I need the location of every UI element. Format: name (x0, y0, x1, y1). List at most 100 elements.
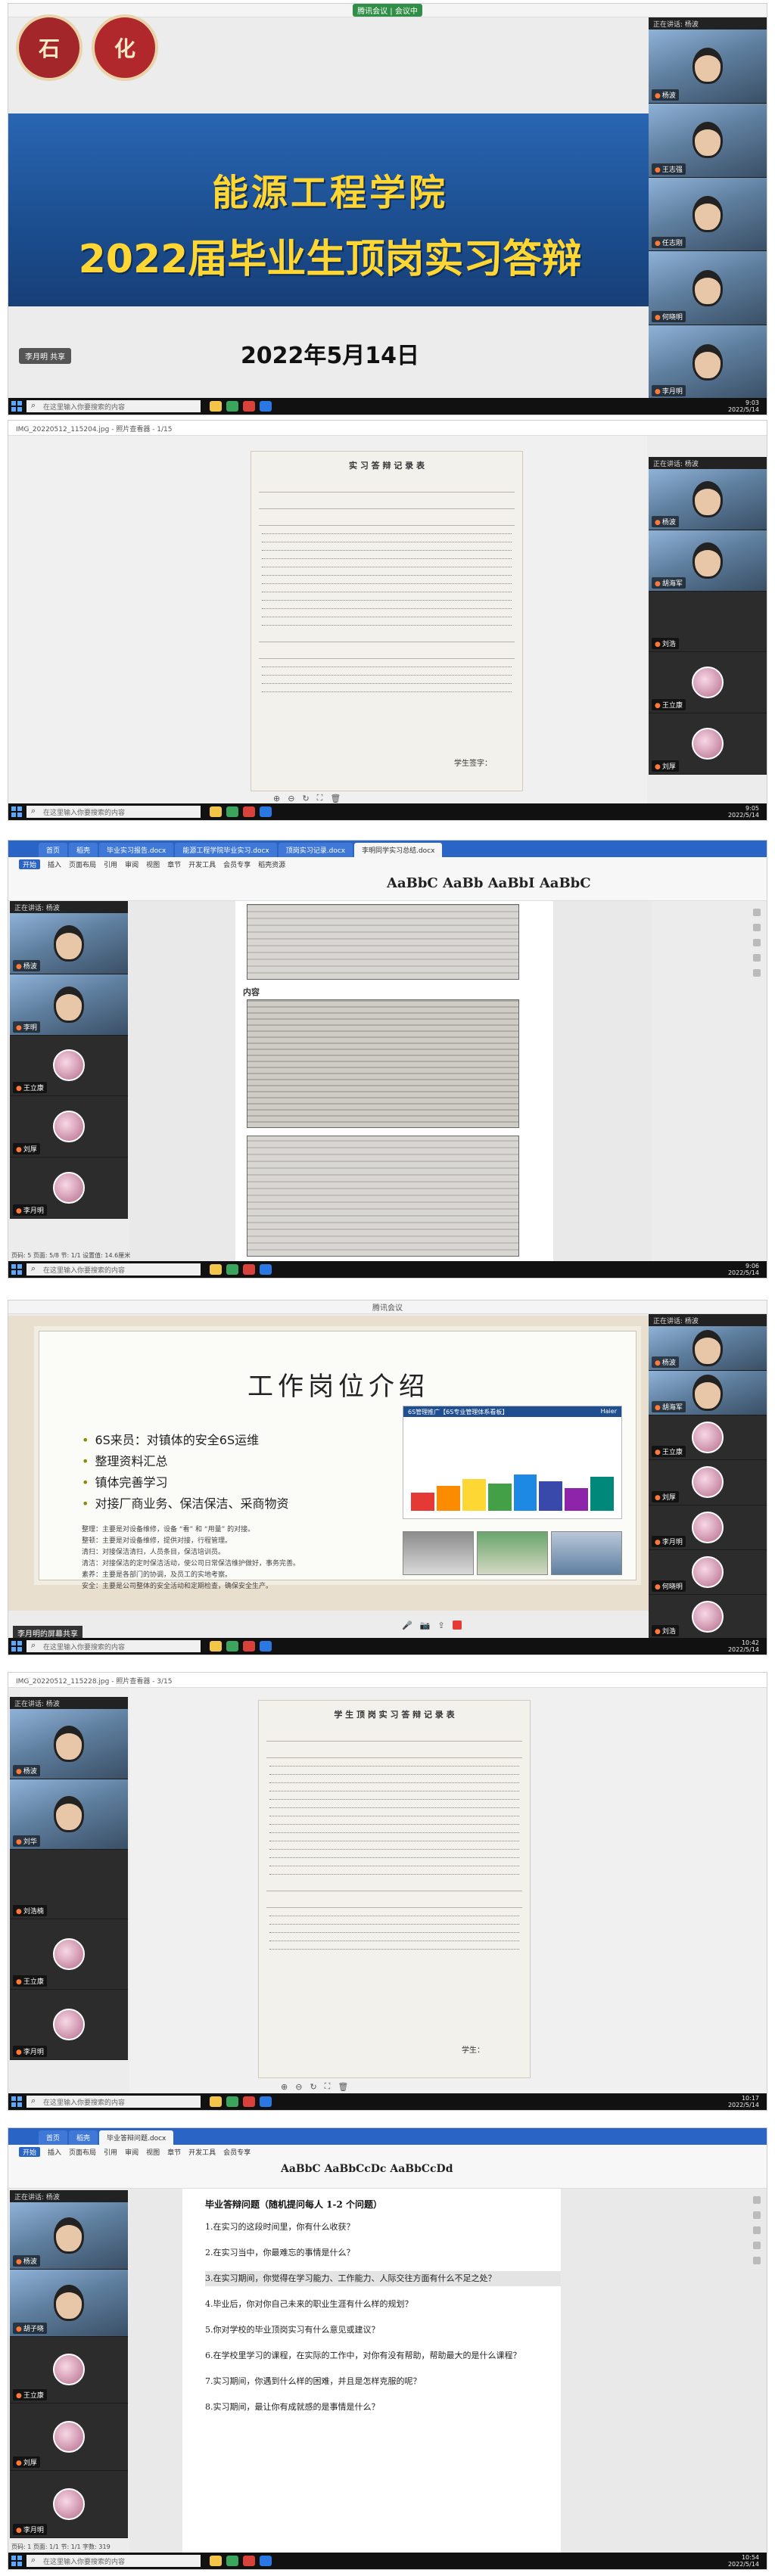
menu-docer[interactable]: 稻壳资源 (258, 859, 285, 869)
participant-tile[interactable]: ● 何晓明 (649, 251, 767, 326)
screen-share-badge[interactable]: 李月明 共享 (19, 348, 72, 364)
delete-icon[interactable]: 🗑 (330, 794, 341, 803)
windows-start-icon[interactable] (11, 1264, 22, 1275)
file-explorer-icon[interactable] (210, 401, 222, 412)
meeting-app-icon[interactable] (260, 401, 272, 412)
menu-review[interactable]: 审阅 (125, 2147, 139, 2157)
menu-home[interactable]: 开始 (19, 2147, 41, 2157)
taskbar-search-input[interactable]: 在这里输入你要搜索的内容 (26, 2555, 201, 2567)
meeting-app-icon[interactable] (260, 2096, 272, 2107)
recording-badge[interactable]: 腾讯会议 | 会议中 (353, 4, 422, 17)
participant-tile[interactable]: ● 李月明 (649, 325, 767, 399)
windows-start-icon[interactable] (11, 2096, 22, 2107)
menu-review[interactable]: 审阅 (125, 859, 139, 869)
windows-start-icon[interactable] (11, 1641, 22, 1652)
tool-icon[interactable] (753, 924, 761, 931)
taskbar-clock[interactable]: 9:06 2022/5/14 (728, 1263, 767, 1276)
participant-tile[interactable]: ● 王立康 (649, 652, 767, 714)
end-meeting-button[interactable] (452, 1620, 462, 1630)
fullscreen-icon[interactable]: ⛶ (317, 793, 323, 803)
browser-icon[interactable] (226, 806, 238, 817)
tool-icon[interactable] (753, 2196, 761, 2204)
participant-tile[interactable]: ● 何晓明 (649, 1549, 767, 1595)
menu-section[interactable]: 章节 (167, 859, 181, 869)
participant-tile[interactable]: ● 王立康 (10, 2336, 128, 2404)
style-gallery[interactable]: AaBbC AaBb AaBbI AaBbC (387, 875, 591, 891)
menu-layout[interactable]: 页面布局 (69, 859, 96, 869)
participant-tile[interactable]: ● 刘厚 (10, 2404, 128, 2472)
tab-document[interactable]: 能源工程学院毕业实习.docx (175, 843, 277, 857)
taskbar-search-input[interactable]: 在这里输入你要搜索的内容 (26, 1640, 201, 1652)
tab-document[interactable]: 顶岗实习记录.docx (278, 843, 353, 857)
wps-icon[interactable] (243, 2096, 255, 2107)
menu-member[interactable]: 会员专享 (223, 2147, 251, 2157)
taskbar-clock[interactable]: 9:03 2022/5/14 (728, 399, 767, 413)
participant-tile[interactable]: ● 胡海军 (649, 530, 767, 592)
tool-icon[interactable] (753, 969, 761, 977)
meeting-app-icon[interactable] (260, 806, 272, 817)
participant-tile[interactable]: ● 李月明 (649, 1505, 767, 1550)
browser-icon[interactable] (226, 2556, 238, 2566)
taskbar-clock[interactable]: 10:42 2022/5/14 (728, 1639, 767, 1653)
participant-tile[interactable]: ● 刘厚 (649, 1460, 767, 1506)
taskbar-search-input[interactable]: 在这里输入你要搜索的内容 (26, 1263, 201, 1276)
participant-tile[interactable]: ● 杨波 (649, 1326, 767, 1372)
meeting-app-icon[interactable] (260, 2556, 272, 2566)
participant-tile[interactable]: ● 李明 (10, 974, 128, 1036)
participant-tile[interactable]: ● 杨波 (10, 913, 128, 974)
participant-tile[interactable]: ● 杨波 (10, 2202, 128, 2270)
browser-icon[interactable] (226, 1641, 238, 1652)
participant-tile[interactable]: ● 王立康 (10, 1035, 128, 1097)
file-explorer-icon[interactable] (210, 1641, 222, 1652)
wps-icon[interactable] (243, 1641, 255, 1652)
taskbar-clock[interactable]: 10:17 2022/5/14 (728, 2095, 767, 2108)
wps-icon[interactable] (243, 1264, 255, 1275)
menu-insert[interactable]: 插入 (48, 859, 61, 869)
file-explorer-icon[interactable] (210, 806, 222, 817)
file-explorer-icon[interactable] (210, 1264, 222, 1275)
participant-tile[interactable]: ● 刘华 (10, 1779, 128, 1850)
participant-tile[interactable]: ● 李月明 (10, 1990, 128, 2060)
menu-developer[interactable]: 开发工具 (188, 2147, 216, 2157)
tool-icon[interactable] (753, 2242, 761, 2249)
participant-tile[interactable]: ● 杨波 (649, 469, 767, 530)
taskbar-clock[interactable]: 9:05 2022/5/14 (728, 805, 767, 819)
wps-icon[interactable] (243, 2556, 255, 2566)
zoom-in-icon[interactable]: ⊕ (273, 794, 280, 803)
taskbar-search-input[interactable]: 在这里输入你要搜索的内容 (26, 400, 201, 412)
menu-developer[interactable]: 开发工具 (188, 859, 216, 869)
participant-tile[interactable]: ● 杨波 (649, 30, 767, 104)
tool-icon[interactable] (753, 2211, 761, 2219)
tool-icon[interactable] (753, 2257, 761, 2264)
meeting-app-icon[interactable] (260, 1641, 272, 1652)
participant-tile[interactable]: ● 王立康 (649, 1415, 767, 1461)
participant-tile[interactable]: ● 李月明 (10, 1157, 128, 1219)
participant-tile[interactable]: ● 胡海军 (649, 1371, 767, 1416)
wps-icon[interactable] (243, 401, 255, 412)
style-gallery[interactable]: AaBbC AaBbCcDc AaBbCcDd (281, 2163, 453, 2175)
tab-docer[interactable]: 稻壳 (69, 843, 98, 857)
menu-references[interactable]: 引用 (104, 2147, 117, 2157)
participant-tile[interactable]: ● 王志强 (649, 103, 767, 178)
menu-view[interactable]: 视图 (146, 859, 160, 869)
camera-toggle-icon[interactable]: 📷 (420, 1620, 431, 1630)
menu-insert[interactable]: 插入 (48, 2147, 61, 2157)
taskbar-clock[interactable]: 10:54 2022/5/14 (728, 2554, 767, 2568)
tab-document-active[interactable]: 毕业答辩问题.docx (99, 2130, 174, 2145)
tab-home[interactable]: 首页 (39, 843, 68, 857)
participant-tile[interactable]: ● 王立康 (10, 1919, 128, 1990)
browser-icon[interactable] (226, 401, 238, 412)
participant-tile[interactable]: ● 刘厚 (10, 1096, 128, 1158)
wps-icon[interactable] (243, 806, 255, 817)
share-icon[interactable]: ⇪ (437, 1620, 444, 1630)
rotate-icon[interactable]: ↻ (310, 2082, 316, 2092)
rotate-icon[interactable]: ↻ (302, 794, 309, 803)
menu-references[interactable]: 引用 (104, 859, 117, 869)
browser-icon[interactable] (226, 1264, 238, 1275)
tab-document-active[interactable]: 李明同学实习总结.docx (354, 843, 443, 857)
tool-icon[interactable] (753, 954, 761, 962)
taskbar-search-input[interactable]: 在这里输入你要搜索的内容 (26, 806, 201, 818)
menu-member[interactable]: 会员专享 (223, 859, 251, 869)
windows-start-icon[interactable] (11, 806, 22, 817)
participant-tile[interactable]: ● 刘浩 (649, 591, 767, 653)
